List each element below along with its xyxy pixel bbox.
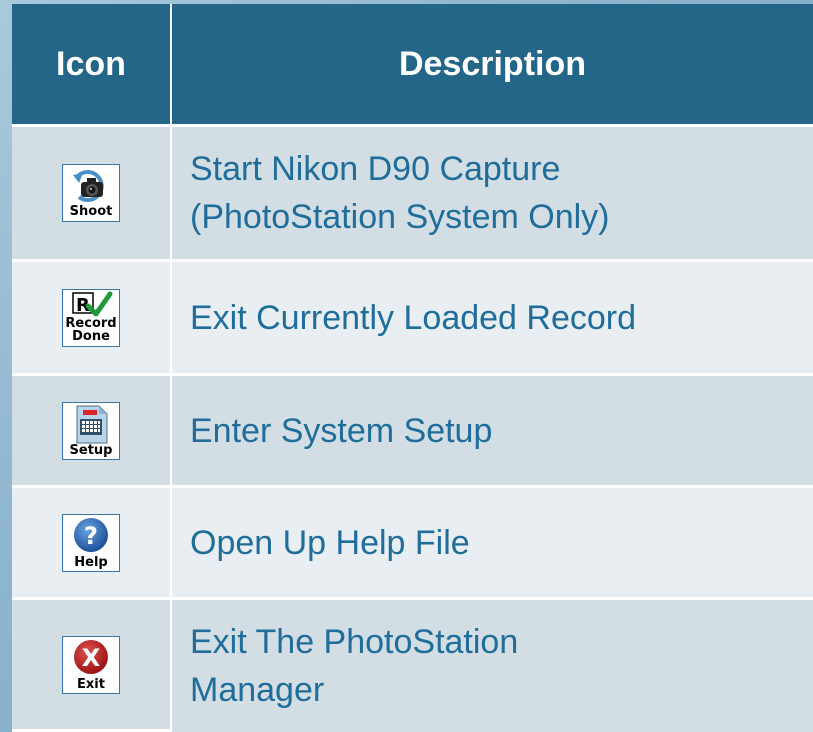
description-text: Exit The PhotoStation Manager <box>190 623 519 709</box>
help-icon[interactable]: ? Help <box>62 513 120 572</box>
record-icon-label-1: Record <box>65 315 117 331</box>
table-row-icon-cell: Shoot <box>12 127 172 262</box>
help-icon-label: Help <box>74 554 108 570</box>
table-row-icon-cell: ? Help <box>12 488 172 600</box>
table-row-description: Exit Currently Loaded Record <box>172 262 813 376</box>
exit-badge-glyph: X <box>82 644 101 672</box>
description-text: Start Nikon D90 Capture (PhotoStation Sy… <box>190 150 610 236</box>
exit-icon[interactable]: X Exit <box>62 635 120 694</box>
shoot-icon-label: Shoot <box>69 204 113 219</box>
description-text: Exit Currently Loaded Record <box>190 298 637 337</box>
table-row-description: Exit The PhotoStation Manager <box>172 600 813 732</box>
record-icon-label-2: Done <box>72 328 110 344</box>
table-row-description: Open Up Help File <box>172 488 813 600</box>
icon-description-table: Icon Description Shoot Start Nikon D90 C… <box>12 4 813 732</box>
description-text: Enter System Setup <box>190 411 493 450</box>
help-badge-glyph: ? <box>84 522 98 550</box>
exit-icon-label: Exit <box>77 676 105 692</box>
header-description: Description <box>172 4 813 127</box>
description-text: Open Up Help File <box>190 523 470 562</box>
record-done-icon[interactable]: R Record Done <box>62 288 120 347</box>
table-row-icon-cell: Setup <box>12 376 172 488</box>
table-row-description: Enter System Setup <box>172 376 813 488</box>
table-row-description: Start Nikon D90 Capture (PhotoStation Sy… <box>172 127 813 262</box>
table-row-icon-cell: R Record Done <box>12 262 172 376</box>
table-row-icon-cell: X Exit <box>12 600 172 732</box>
setup-icon-label: Setup <box>69 442 113 458</box>
shoot-camera-icon[interactable]: Shoot <box>62 164 120 222</box>
header-icon: Icon <box>12 4 172 127</box>
setup-icon[interactable]: Setup <box>62 401 120 460</box>
